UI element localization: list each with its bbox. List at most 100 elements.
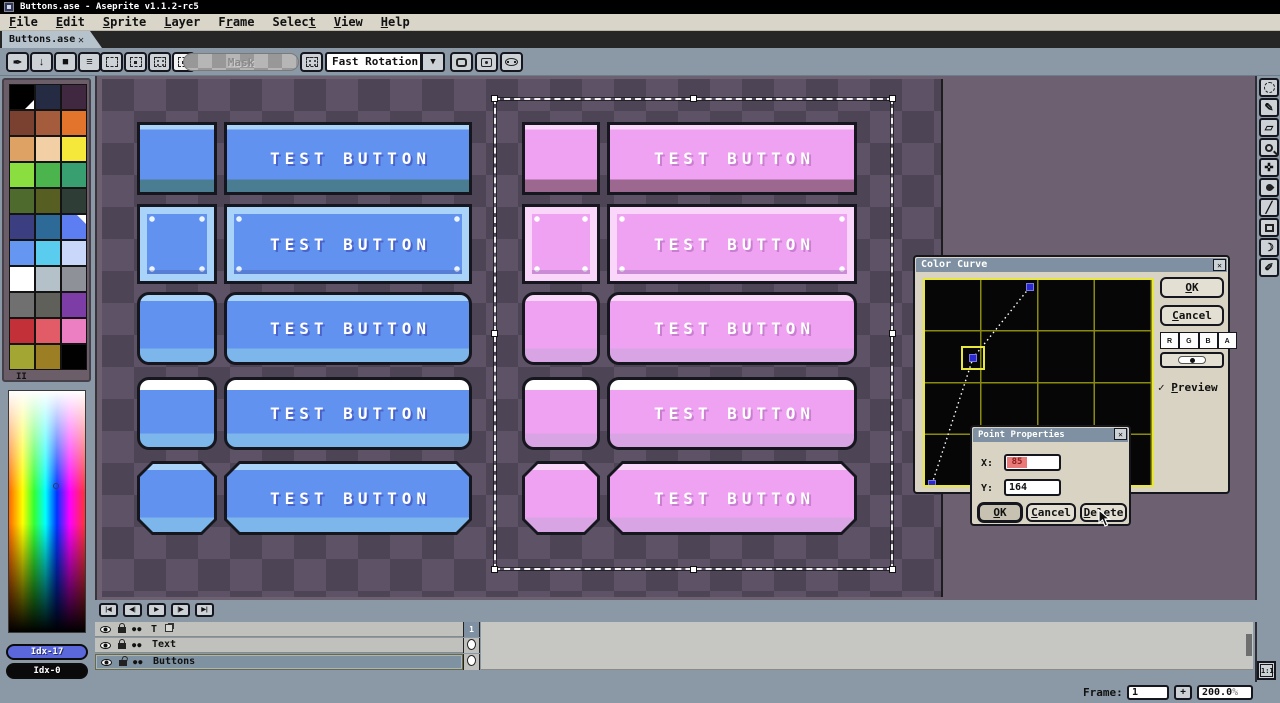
rounded-rect-button[interactable] bbox=[450, 52, 473, 72]
y-input[interactable]: 164 bbox=[1004, 479, 1061, 496]
eye-icon[interactable] bbox=[101, 659, 112, 666]
palette-swatch[interactable] bbox=[35, 240, 61, 266]
selection-handle[interactable] bbox=[491, 95, 498, 102]
channel-a-button[interactable]: A bbox=[1218, 332, 1237, 349]
eye-icon[interactable] bbox=[100, 626, 111, 633]
palette-swatch[interactable] bbox=[61, 344, 87, 370]
palette-swatch[interactable] bbox=[61, 214, 87, 240]
channel-b-button[interactable]: B bbox=[1199, 332, 1218, 349]
first-frame-button[interactable]: |◀ bbox=[99, 603, 118, 617]
ok-button[interactable]: OK bbox=[978, 503, 1022, 522]
palette-swatch[interactable] bbox=[9, 292, 35, 318]
palette-swatch[interactable] bbox=[9, 162, 35, 188]
play-button[interactable]: ▶ bbox=[147, 603, 166, 617]
duplicate-icon[interactable] bbox=[165, 624, 173, 632]
palette-swatch[interactable] bbox=[61, 318, 87, 344]
palette-swatch[interactable] bbox=[9, 318, 35, 344]
eraser-tool-button[interactable]: ▱ bbox=[1259, 118, 1279, 137]
prev-frame-button[interactable]: ◀| bbox=[123, 603, 142, 617]
palette-swatch[interactable] bbox=[9, 344, 35, 370]
pencil-tool-button[interactable]: ✎ bbox=[1259, 98, 1279, 117]
close-icon[interactable]: ✕ bbox=[1213, 259, 1226, 271]
x-input[interactable]: 85 bbox=[1004, 454, 1061, 471]
blur-tool-button[interactable]: ☽ bbox=[1259, 238, 1279, 257]
palette-swatch[interactable] bbox=[35, 162, 61, 188]
cancel-button[interactable]: Cancel bbox=[1160, 305, 1224, 326]
linked-cels-icon[interactable]: ●● bbox=[132, 641, 142, 649]
eye-icon[interactable] bbox=[100, 642, 111, 649]
move-tool-button[interactable]: ✜ bbox=[1259, 158, 1279, 177]
color-spectrum[interactable] bbox=[8, 390, 86, 633]
sprite-area[interactable]: TEST BUTTONTEST BUTTONTEST BUTTONTEST BU… bbox=[102, 79, 943, 597]
line-tool-button[interactable]: ╱ bbox=[1259, 198, 1279, 217]
frame-column-header[interactable]: 1 bbox=[463, 622, 480, 637]
linked-cels-icon[interactable]: ●● bbox=[132, 625, 142, 633]
palette-swatch[interactable] bbox=[9, 84, 35, 110]
zoom-input[interactable]: 200.0% bbox=[1197, 685, 1253, 700]
linked-cels-icon[interactable]: ●● bbox=[133, 658, 143, 666]
mask-button[interactable]: Mask bbox=[183, 53, 299, 71]
palette-swatch[interactable] bbox=[61, 240, 87, 266]
onion-skin-icon[interactable]: T bbox=[151, 624, 157, 635]
palette-swatch[interactable] bbox=[61, 292, 87, 318]
filled-square-button[interactable]: ■ bbox=[54, 52, 77, 72]
select-add-button[interactable] bbox=[124, 52, 147, 72]
palette-swatch[interactable] bbox=[9, 136, 35, 162]
menu-item-layer[interactable]: Layer bbox=[155, 14, 209, 29]
palette-swatch[interactable] bbox=[35, 84, 61, 110]
cel-cell[interactable] bbox=[463, 654, 480, 670]
cel-cell[interactable] bbox=[463, 638, 480, 653]
menu-item-sprite[interactable]: Sprite bbox=[94, 14, 155, 29]
ok-button[interactable]: OK bbox=[1160, 277, 1224, 298]
unlock-icon[interactable] bbox=[119, 660, 127, 666]
channel-r-button[interactable]: R bbox=[1160, 332, 1179, 349]
menu-item-file[interactable]: File bbox=[0, 14, 47, 29]
menu-item-edit[interactable]: Edit bbox=[47, 14, 94, 29]
zoom-tool-button[interactable] bbox=[1259, 138, 1279, 157]
rotation-dropdown-arrow-icon[interactable]: ▼ bbox=[421, 52, 445, 72]
palette-swatch[interactable] bbox=[35, 136, 61, 162]
palette-swatch[interactable] bbox=[9, 188, 35, 214]
selection-handle[interactable] bbox=[889, 566, 896, 573]
palette-swatch[interactable] bbox=[61, 188, 87, 214]
foreground-color-button[interactable]: Idx-17 bbox=[6, 644, 88, 660]
next-frame-button[interactable]: |▶ bbox=[171, 603, 190, 617]
select-subtract-button[interactable] bbox=[148, 52, 171, 72]
curve-mode-button[interactable] bbox=[1160, 352, 1224, 368]
selection-handle[interactable] bbox=[889, 95, 896, 102]
ink-tool-button[interactable] bbox=[1259, 178, 1279, 197]
palette-swatch[interactable] bbox=[61, 136, 87, 162]
palette-swatch[interactable] bbox=[61, 110, 87, 136]
last-frame-button[interactable]: ▶| bbox=[195, 603, 214, 617]
lock-icon[interactable] bbox=[118, 627, 126, 633]
menu-item-view[interactable]: View bbox=[325, 14, 372, 29]
layer-name[interactable]: Buttons bbox=[153, 656, 195, 667]
marquee-tool-button[interactable] bbox=[1259, 78, 1279, 97]
add-frame-button[interactable]: + bbox=[1174, 685, 1192, 700]
selection-handle[interactable] bbox=[491, 566, 498, 573]
palette-swatch[interactable] bbox=[35, 188, 61, 214]
dialog-title[interactable]: Point Properties bbox=[973, 428, 1128, 442]
cancel-button[interactable]: Cancel bbox=[1026, 503, 1076, 522]
rotation-algorithm-select[interactable]: Fast Rotation bbox=[325, 52, 422, 72]
palette-swatch[interactable] bbox=[9, 214, 35, 240]
menu-item-help[interactable]: Help bbox=[372, 14, 419, 29]
palette-swatch[interactable] bbox=[9, 240, 35, 266]
frame-input[interactable]: 1 bbox=[1127, 685, 1169, 700]
ellipse-handles-button[interactable] bbox=[500, 52, 523, 72]
background-color-button[interactable]: Idx-0 bbox=[6, 663, 88, 679]
palette-swatch[interactable] bbox=[61, 84, 87, 110]
palette-swatch[interactable] bbox=[35, 110, 61, 136]
rect-pivot-button[interactable] bbox=[475, 52, 498, 72]
pixel-ratio-button[interactable]: 1:1 bbox=[1257, 661, 1276, 680]
preview-checkbox[interactable]: ✓ Preview bbox=[1158, 381, 1218, 394]
layer-row-text[interactable]: ●● Text bbox=[95, 638, 463, 653]
rectangle-tool-button[interactable] bbox=[1259, 218, 1279, 237]
select-replace-button[interactable] bbox=[100, 52, 123, 72]
spray-tool-button[interactable]: ✐ bbox=[1259, 258, 1279, 277]
selection-handle[interactable] bbox=[491, 330, 498, 337]
menu-lines-button[interactable]: ≡ bbox=[78, 52, 101, 72]
grid-settings-button[interactable] bbox=[300, 52, 323, 72]
lock-icon[interactable] bbox=[118, 643, 126, 649]
palette-swatch[interactable] bbox=[35, 344, 61, 370]
